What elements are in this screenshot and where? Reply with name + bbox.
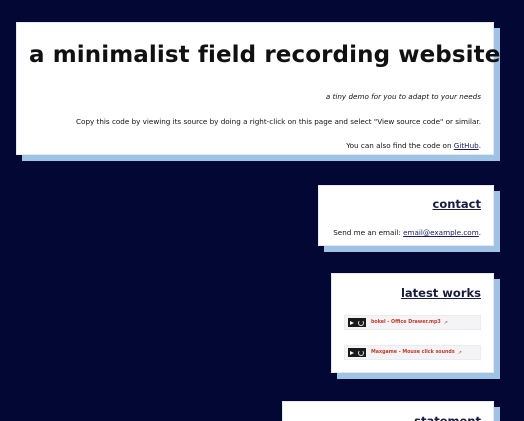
track-player: bokel - Office Drawer.mp3 ↗ (344, 315, 481, 330)
contact-text: Send me an email: email@example.com. (327, 228, 481, 237)
latest-works-card: latest works bokel - Office Drawer.mp3 ↗… (331, 273, 494, 373)
play-icon (350, 350, 354, 355)
external-link-icon[interactable]: ↗ (458, 350, 462, 356)
code-note-prefix: You can also find the code on (346, 141, 454, 150)
external-link-icon[interactable]: ↗ (444, 320, 448, 326)
page: a minimalist field recording website a t… (0, 0, 524, 421)
reload-icon (358, 319, 364, 326)
statement-heading[interactable]: statement (295, 414, 481, 421)
github-link[interactable]: GitHub (454, 141, 479, 150)
play-icon (350, 320, 354, 325)
contact-text-prefix: Send me an email: (333, 228, 404, 237)
play-button[interactable] (348, 318, 366, 327)
header-card: a minimalist field recording website a t… (16, 22, 501, 155)
copy-note: Copy this code by viewing its source by … (76, 117, 481, 126)
statement-card: statement (282, 401, 494, 421)
code-note: You can also find the code on GitHub. (29, 141, 481, 150)
contact-card: contact Send me an email: email@example.… (318, 185, 494, 246)
email-link[interactable]: email@example.com (403, 228, 479, 237)
latest-works-heading[interactable]: latest works (344, 286, 481, 300)
track-player: Maxgame - Mouse click sounds ↗ (344, 345, 481, 360)
reload-icon (358, 349, 364, 356)
contact-text-suffix: . (478, 228, 481, 237)
track-title[interactable]: bokel - Office Drawer.mp3 (371, 320, 441, 325)
contact-heading[interactable]: contact (327, 197, 481, 211)
tagline: a tiny demo for you to adapt to your nee… (325, 92, 481, 101)
site-title: a minimalist field recording website (29, 42, 501, 68)
play-button[interactable] (348, 348, 366, 357)
track-title[interactable]: Maxgame - Mouse click sounds (371, 350, 455, 355)
code-note-suffix: . (478, 141, 481, 150)
